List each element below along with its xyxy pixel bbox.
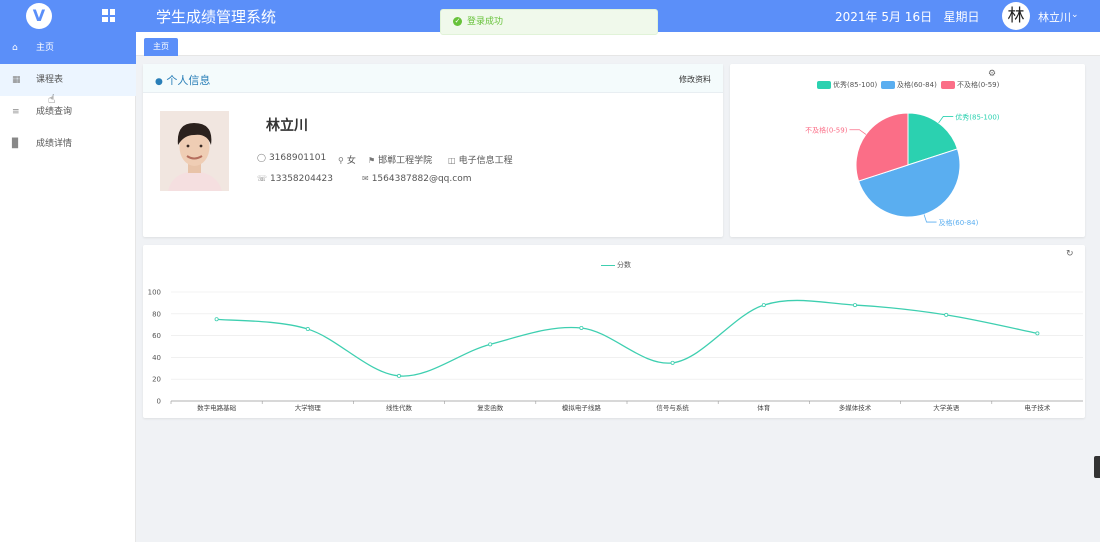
list-icon: ≡	[12, 107, 20, 117]
user-icon: ●	[155, 77, 163, 87]
profile-title-text: 个人信息	[166, 74, 211, 87]
x-tick-label: 线性代数	[386, 403, 413, 412]
bar-chart-icon: ▉	[12, 139, 19, 149]
data-point	[214, 317, 219, 322]
email-value: 1564387882@qq.com	[371, 174, 472, 184]
line-chart-card: 分数 ↻ 0 20 40 60 80 100 数字电路基础 大学物理 线性代数 复变函数 模拟电子线…	[143, 245, 1085, 418]
pie-label-line	[923, 214, 937, 223]
x-tick-label: 多媒体技术	[839, 403, 872, 412]
student-id-value: 3168901101	[268, 153, 327, 163]
x-tick-label: 模拟电子线路	[562, 403, 602, 412]
user-outline-icon: ◯	[257, 153, 266, 162]
x-tick-label: 电子技术	[1024, 403, 1051, 412]
data-point	[853, 303, 858, 308]
profile-photo-image	[160, 111, 229, 191]
date-text: 2021年 5月 16日	[835, 10, 933, 24]
pie-slice-label: 不及格(0-59)	[805, 126, 848, 135]
menu-grid-icon[interactable]	[102, 9, 115, 22]
data-point	[944, 312, 949, 317]
logo-icon[interactable]: V	[26, 3, 52, 29]
weekday-text: 星期日	[943, 10, 980, 24]
x-tick-label: 大学英语	[933, 403, 960, 412]
x-tick-label: 数字电路基础	[197, 403, 237, 412]
y-tick-label: 60	[152, 332, 161, 340]
hand-cursor-icon: ☝	[48, 92, 56, 106]
profile-card-header: ● 个人信息 修改资料	[143, 64, 723, 93]
side-scroll-handle[interactable]	[1094, 456, 1100, 478]
avatar[interactable]: 林	[1002, 2, 1030, 30]
table-icon: ▦	[12, 75, 21, 85]
data-point	[670, 360, 675, 365]
chevron-down-icon[interactable]: ⌄	[1071, 10, 1079, 20]
major: ◫ 电子信息工程	[448, 153, 513, 166]
location-pin-icon: ⚲	[338, 156, 344, 165]
data-point	[1035, 331, 1040, 336]
y-tick-label: 20	[152, 376, 161, 384]
profile-card: ● 个人信息 修改资料 林立川 ◯ 3168901101 ⚲ 女 ⚑ 邯郸工程学院 ◫…	[143, 64, 723, 237]
major-value: 电子信息工程	[458, 156, 513, 166]
toast-message: 登录成功	[467, 17, 504, 27]
phone-icon: ☏	[257, 174, 268, 183]
tab-home[interactable]: 主页	[144, 38, 178, 56]
y-tick-label: 40	[152, 354, 161, 362]
y-tick-label: 80	[152, 310, 161, 318]
sidebar-item-grade-query[interactable]: ≡ 成绩查询	[0, 96, 136, 128]
sidebar-item-label: 成绩详情	[36, 139, 73, 149]
y-tick-label: 0	[157, 398, 161, 406]
phone: ☏ 13358204423	[257, 174, 333, 184]
pie-slice-label: 优秀(85-100)	[955, 112, 1000, 121]
profile-photo	[160, 111, 229, 191]
school-icon: ⚑	[368, 156, 376, 165]
user-name-dropdown[interactable]: 林立川	[1038, 9, 1071, 25]
data-point	[396, 373, 401, 378]
gender: ⚲ 女	[338, 153, 356, 166]
home-icon: ⌂	[12, 43, 18, 53]
student-id: ◯ 3168901101	[257, 153, 326, 163]
success-check-icon: ✓	[453, 17, 462, 26]
data-point	[488, 342, 493, 347]
tab-bar: 主页	[136, 32, 1100, 56]
line-chart: 0 20 40 60 80 100 数字电路基础 大学物理 线性代数 复变函数 模拟电子线路 信号与系…	[148, 289, 1083, 412]
sidebar-item-grade-detail[interactable]: ▉ 成绩详情	[0, 128, 136, 160]
sidebar-item-label: 主页	[36, 43, 55, 53]
phone-value: 13358204423	[270, 174, 334, 184]
x-tick-label: 体育	[757, 403, 771, 412]
school: ⚑ 邯郸工程学院	[368, 153, 432, 166]
pie-slice-label: 及格(60-84)	[939, 218, 979, 227]
sidebar: ⌂ 主页 ▦ 课程表 ≡ 成绩查询 ▉ 成绩详情	[0, 32, 136, 542]
mail-icon: ✉	[362, 174, 369, 183]
x-tick-label: 大学物理	[295, 403, 322, 412]
pie-chart: 优秀(85-100) 及格(60-84) 不及格(0-59)	[805, 112, 1000, 227]
sidebar-item-schedule[interactable]: ▦ 课程表	[0, 64, 136, 96]
gender-value: 女	[346, 156, 356, 166]
pie-chart-card: 优秀(85-100) 及格(60-84) 不及格(0-59) ⚙ 优秀(85-1…	[730, 64, 1085, 237]
data-point	[305, 327, 310, 332]
sidebar-item-label: 成绩查询	[36, 107, 73, 117]
school-value: 邯郸工程学院	[378, 156, 433, 166]
edit-profile-link[interactable]: 修改资料	[679, 74, 711, 85]
x-tick-label: 信号与系统	[656, 403, 689, 412]
profile-section-title: ● 个人信息	[155, 72, 210, 88]
success-toast: ✓ 登录成功	[440, 9, 658, 35]
book-icon: ◫	[448, 156, 456, 165]
email: ✉ 1564387882@qq.com	[362, 174, 471, 184]
pie-label-line	[938, 116, 954, 124]
data-point	[761, 303, 766, 308]
series-line-score	[216, 299, 1038, 377]
app-title: 学生成绩管理系统	[156, 8, 277, 26]
y-tick-label: 100	[148, 289, 161, 297]
profile-name: 林立川	[266, 118, 308, 134]
data-point	[579, 325, 584, 330]
date-display: 2021年 5月 16日 星期日	[835, 8, 980, 25]
pie-label-line	[849, 129, 867, 135]
x-tick-label: 复变函数	[477, 403, 504, 412]
sidebar-item-label: 课程表	[36, 75, 64, 85]
sidebar-item-home[interactable]: ⌂ 主页	[0, 32, 136, 64]
